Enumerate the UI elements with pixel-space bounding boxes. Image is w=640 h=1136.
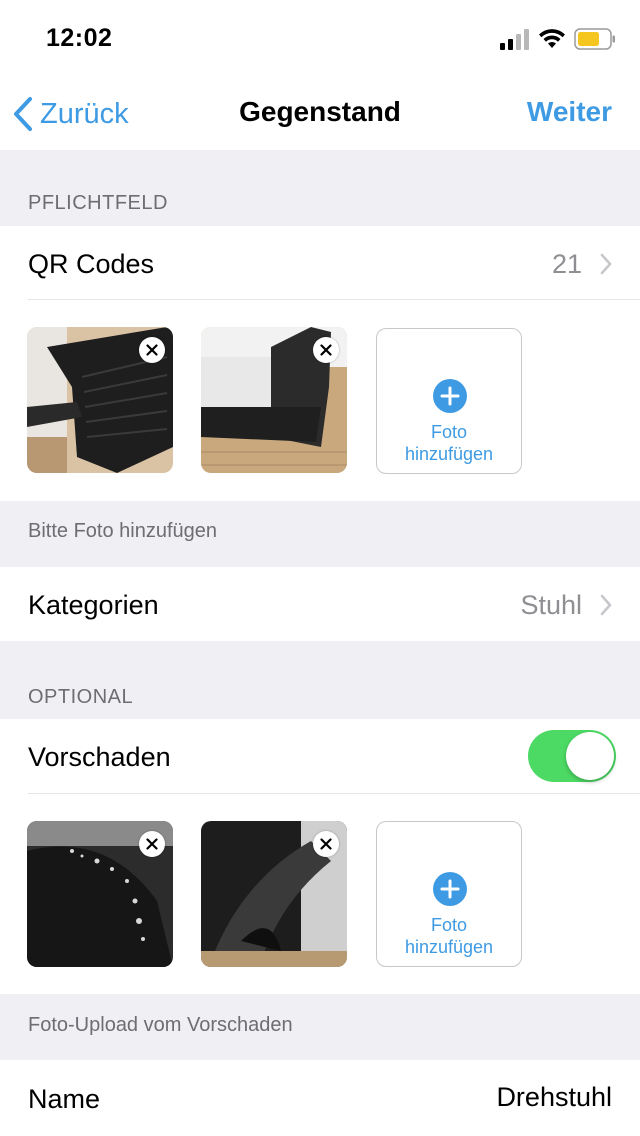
- divider: [28, 299, 640, 300]
- add-photo-button[interactable]: Foto hinzufügen: [376, 821, 522, 967]
- toggle-knob: [566, 732, 614, 780]
- name-label: Name: [28, 1084, 101, 1114]
- wifi-icon: [539, 29, 565, 48]
- add-photo-button[interactable]: Foto hinzufügen: [376, 328, 522, 474]
- chevron-right-icon: [600, 594, 612, 616]
- damage-label: Vorschaden: [28, 742, 171, 772]
- remove-photo-button[interactable]: [313, 337, 339, 363]
- close-icon: [320, 344, 332, 356]
- section-header-optional: OPTIONAL: [28, 686, 134, 708]
- qr-codes-count: 21: [551, 249, 582, 279]
- divider: [28, 793, 640, 794]
- remove-photo-button[interactable]: [313, 831, 339, 857]
- plus-icon: [433, 872, 467, 906]
- next-button[interactable]: Weiter: [527, 96, 612, 128]
- status-time: 12:02: [46, 24, 113, 52]
- remove-photo-button[interactable]: [139, 337, 165, 363]
- qr-codes-label: QR Codes: [28, 249, 155, 279]
- section-footer-required: Bitte Foto hinzufügen: [28, 520, 218, 542]
- close-icon: [320, 838, 332, 850]
- battery-icon: [574, 28, 615, 50]
- category-label: Kategorien: [28, 590, 159, 620]
- chevron-left-icon: [14, 97, 32, 131]
- add-photo-label: hinzufügen: [404, 937, 494, 957]
- add-photo-label: Foto: [430, 915, 468, 935]
- add-photo-label: Foto: [430, 422, 468, 442]
- page-title: Gegenstand: [239, 96, 401, 127]
- close-icon: [146, 344, 158, 356]
- back-button[interactable]: Zurück: [12, 92, 129, 136]
- category-value: Stuhl: [520, 590, 582, 620]
- remove-photo-button[interactable]: [139, 831, 165, 857]
- name-field[interactable]: Drehstuhl: [496, 1082, 612, 1113]
- section-footer-optional: Foto-Upload vom Vorschaden: [28, 1014, 293, 1036]
- chevron-right-icon: [600, 253, 612, 275]
- close-icon: [146, 838, 158, 850]
- add-photo-label: hinzufügen: [404, 444, 494, 464]
- section-header-required: PFLICHTFELD: [28, 192, 168, 214]
- back-label: Zurück: [40, 97, 129, 130]
- damage-toggle[interactable]: [528, 730, 616, 782]
- plus-icon: [433, 379, 467, 413]
- cellular-signal-icon: [500, 29, 529, 50]
